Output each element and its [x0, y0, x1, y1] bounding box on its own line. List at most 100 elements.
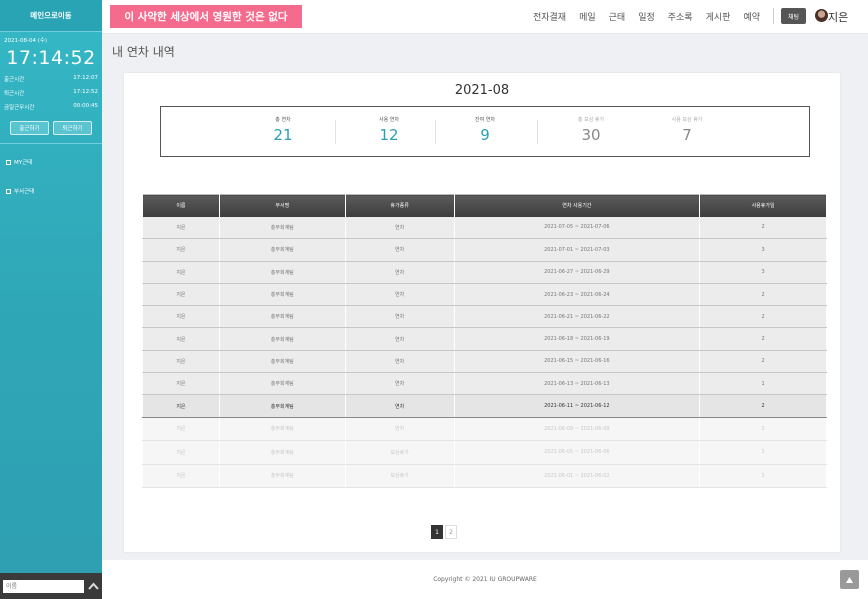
sidebar-item-label: MY근태 — [14, 160, 33, 166]
cell-days: 1 — [699, 372, 827, 396]
cell-dept: 총무회계팀 — [218, 440, 346, 465]
nav-schedule[interactable]: 일정 — [638, 10, 655, 23]
current-date: 2021-08-04 (수) — [4, 38, 48, 44]
page-2-button[interactable]: 2 — [445, 525, 457, 539]
cell-period: 2021-06-21 ~ 2021-06-22 — [453, 305, 701, 329]
cell-period: 2021-06-18 ~ 2021-06-19 — [453, 327, 701, 351]
cell-name: 지은 — [142, 283, 220, 307]
cell-days: 2 — [699, 216, 827, 240]
cell-period: 2021-07-05 ~ 2021-07-06 — [453, 216, 701, 240]
table-row[interactable]: 지은 총무회계팀 연차 2021-06-13 ~ 2021-06-13 1 — [142, 372, 827, 396]
cell-type: 보상휴가 — [344, 464, 455, 489]
checkin-time-value: 17:12:07 — [73, 75, 98, 81]
cell-type: 연차 — [344, 216, 455, 240]
stat-divider — [435, 120, 436, 144]
cell-dept: 총무회계팀 — [218, 238, 346, 262]
cell-name: 지은 — [142, 350, 220, 374]
table-row[interactable]: 지은 총무회계팀 연차 2021-06-23 ~ 2021-06-24 2 — [142, 283, 827, 307]
cell-dept: 총무회계팀 — [218, 372, 346, 396]
chat-button[interactable]: 채팅 — [781, 8, 806, 24]
nav-mail[interactable]: 메일 — [579, 10, 596, 23]
cell-name: 지은 — [142, 394, 220, 418]
checkin-button[interactable]: 출근하기 — [10, 121, 49, 135]
nav-reservation[interactable]: 예약 — [743, 10, 760, 23]
cell-period: 2021-06-23 ~ 2021-06-24 — [453, 283, 701, 307]
scroll-top-button[interactable] — [840, 570, 859, 589]
cell-days: 2 — [699, 417, 827, 442]
stat-used-comp-leave: 사용 보상 휴가 7 — [657, 116, 717, 144]
name-search-input[interactable] — [3, 579, 85, 593]
chevron-up-icon[interactable] — [87, 580, 99, 592]
leave-table: 이름 부서명 휴가종류 연차 사용기간 사용휴가일 지은 총무회계팀 연차 2021-… — [142, 194, 827, 489]
column-header-period: 연차 사용기간 — [453, 194, 701, 217]
sidebar-item-dept-attendance[interactable]: 부서근태 — [0, 187, 102, 195]
stat-label: 사용 연차 — [379, 117, 399, 123]
cell-name: 지은 — [142, 261, 220, 284]
cell-days: 3 — [699, 238, 827, 262]
checkout-time-value: 17:12:52 — [73, 89, 98, 95]
stat-remaining-leave: 잔여 연차 9 — [455, 116, 515, 144]
nav-addressbook[interactable]: 주소록 — [668, 10, 693, 23]
cell-type: 연차 — [344, 417, 455, 442]
cell-dept: 총무회계팀 — [218, 394, 346, 418]
cell-type: 연차 — [344, 372, 455, 396]
table-row[interactable]: 지은 총무회계팀 연차 2021-06-08 ~ 2021-06-09 2 — [142, 417, 827, 442]
table-row[interactable]: 지은 총무회계팀 연차 2021-07-01 ~ 2021-07-03 3 — [142, 238, 827, 262]
cell-dept: 총무회계팀 — [218, 350, 346, 374]
sidebar-item-my-attendance[interactable]: MY근태 — [0, 158, 102, 166]
page-1-button[interactable]: 1 — [431, 525, 443, 539]
top-nav: 전자결재 메일 근태 일정 주소록 게시판 예약 — [533, 10, 760, 23]
home-link[interactable]: 메인으로이동 — [0, 0, 102, 32]
checkin-time-label: 출근시간 — [4, 77, 25, 83]
top-header: 이 사악한 세상에서 영원한 것은 없다 전자결재 메일 근태 일정 주소록 게… — [102, 0, 868, 34]
page-title: 내 연차 내역 — [112, 45, 175, 59]
sidebar-divider — [0, 143, 102, 144]
stat-value: 9 — [480, 126, 490, 144]
cell-dept: 총무회계팀 — [218, 417, 346, 442]
stat-total-leave: 총 연차 21 — [253, 116, 313, 144]
cell-period: 2021-07-01 ~ 2021-07-03 — [453, 238, 701, 262]
current-clock: 17:14:52 — [6, 47, 96, 69]
checkout-time-row: 퇴근시간 17:12:52 — [0, 89, 102, 97]
stat-value: 12 — [379, 126, 399, 144]
avatar[interactable] — [815, 9, 828, 22]
checkin-time-row: 출근시간 17:12:07 — [0, 75, 102, 83]
nav-board[interactable]: 게시판 — [706, 10, 731, 23]
cell-type: 보상휴가 — [344, 440, 455, 465]
cell-type: 연차 — [344, 394, 455, 418]
table-row[interactable]: 지은 총무회계팀 연차 2021-06-27 ~ 2021-06-29 3 — [142, 261, 827, 284]
stat-value: 7 — [682, 126, 692, 144]
sidebar: 메인으로이동 2021-08-04 (수) 17:14:52 출근시간 17:1… — [0, 0, 102, 599]
cell-dept: 총무회계팀 — [218, 261, 346, 284]
stat-used-leave: 사용 연차 12 — [359, 116, 419, 144]
cell-period: 2021-06-27 ~ 2021-06-29 — [453, 261, 701, 284]
footer: Copyright © 2021 IU GROUPWARE — [102, 560, 868, 599]
table-row[interactable]: 지은 총무회계팀 연차 2021-06-11 ~ 2021-06-12 2 — [142, 394, 827, 418]
cell-period: 2021-06-05 ~ 2021-06-06 — [453, 440, 701, 465]
work-time-row: 금일근무시간 00:00:45 — [0, 103, 102, 111]
table-body: 지은 총무회계팀 연차 2021-07-05 ~ 2021-07-06 2 지은 총무회계팀… — [142, 216, 827, 489]
sidebar-item-label: 부서근태 — [14, 189, 35, 195]
table-row[interactable]: 지은 총무회계팀 연차 2021-06-15 ~ 2021-06-16 2 — [142, 350, 827, 374]
cell-dept: 총무회계팀 — [218, 464, 346, 489]
cell-type: 연차 — [344, 305, 455, 329]
checkbox-icon — [6, 159, 11, 165]
table-row[interactable]: 지은 총무회계팀 연차 2021-06-21 ~ 2021-06-22 2 — [142, 305, 827, 329]
copyright: Copyright © 2021 IU GROUPWARE — [433, 576, 537, 583]
cell-type: 연차 — [344, 261, 455, 284]
table-row[interactable]: 지은 총무회계팀 연차 2021-07-05 ~ 2021-07-06 2 — [142, 216, 827, 240]
cell-dept: 총무회계팀 — [218, 216, 346, 240]
cell-name: 지은 — [142, 464, 220, 489]
nav-approval[interactable]: 전자결재 — [533, 10, 566, 23]
stat-divider — [335, 120, 336, 144]
table-row[interactable]: 지은 총무회계팀 보상휴가 2021-06-05 ~ 2021-06-06 2 — [142, 440, 827, 465]
stat-value: 21 — [273, 126, 293, 144]
nav-attendance[interactable]: 근태 — [609, 10, 626, 23]
table-row[interactable]: 지은 총무회계팀 보상휴가 2021-06-01 ~ 2021-06-02 2 — [142, 464, 827, 489]
column-header-type: 휴가종류 — [344, 194, 455, 217]
table-row[interactable]: 지은 총무회계팀 연차 2021-06-18 ~ 2021-06-19 2 — [142, 327, 827, 351]
user-name[interactable]: 지은 — [828, 9, 848, 25]
column-header-days: 사용휴가일 — [699, 194, 827, 217]
stat-label: 총 연차 — [275, 117, 291, 123]
checkout-button[interactable]: 퇴근하기 — [53, 121, 92, 135]
